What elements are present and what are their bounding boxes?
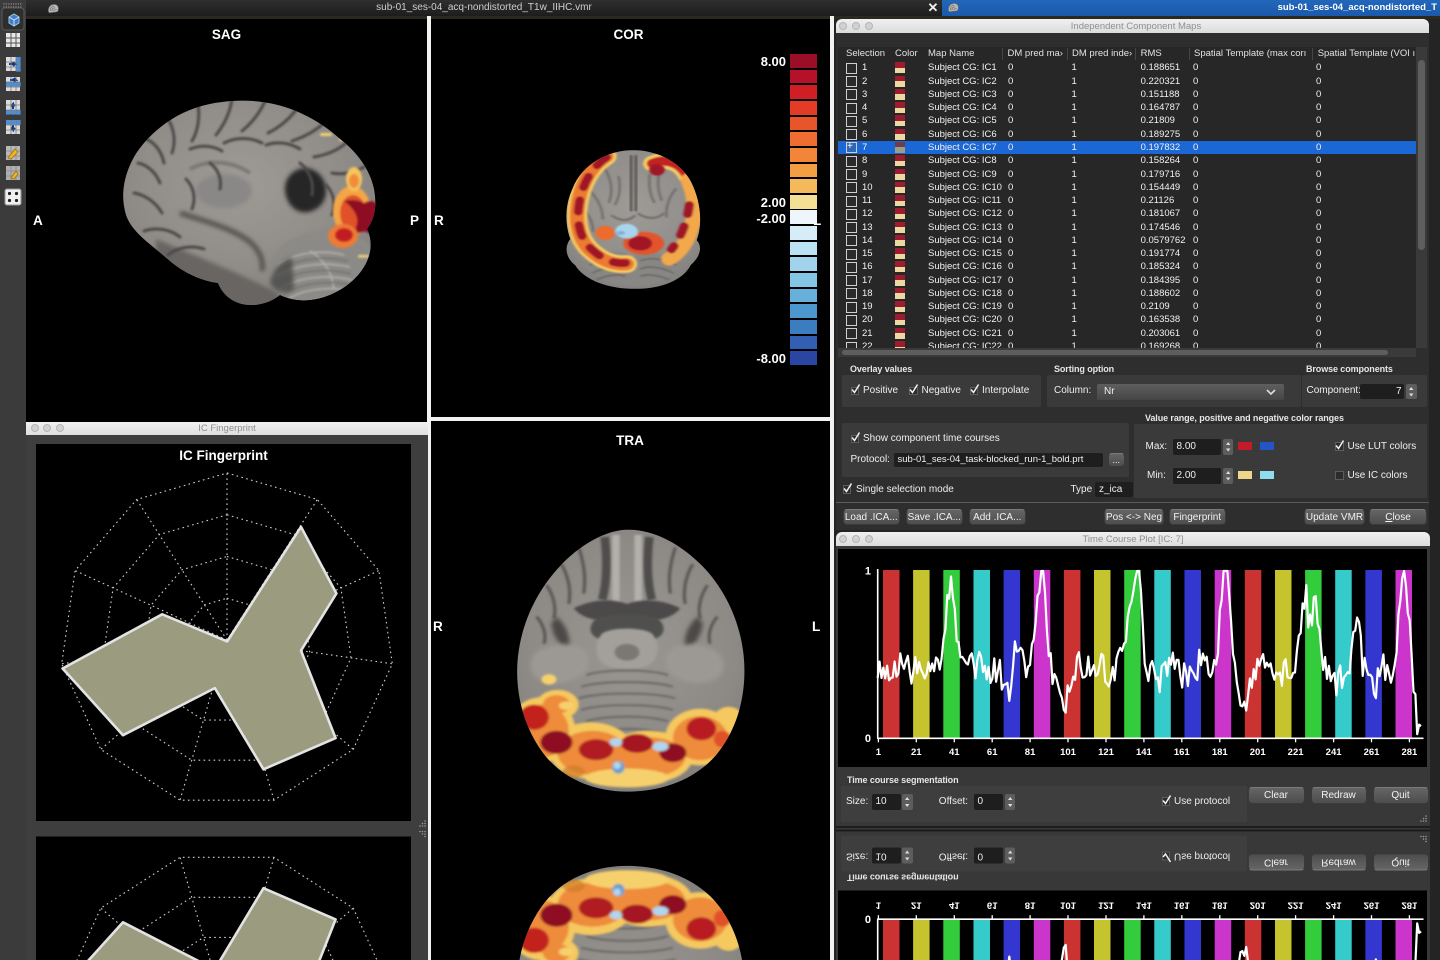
svg-text:81: 81 — [1025, 899, 1036, 910]
svg-text:1: 1 — [876, 747, 882, 758]
svg-text:201: 201 — [1250, 899, 1267, 910]
svg-text:281: 281 — [1401, 747, 1418, 758]
svg-text:121: 121 — [1098, 899, 1115, 910]
svg-text:21: 21 — [911, 899, 922, 910]
svg-text:0: 0 — [865, 733, 871, 745]
svg-text:101: 101 — [1060, 899, 1077, 910]
svg-text:121: 121 — [1098, 747, 1115, 758]
svg-text:1: 1 — [865, 566, 871, 578]
svg-text:241: 241 — [1326, 747, 1343, 758]
svg-text:1: 1 — [876, 899, 882, 910]
svg-text:101: 101 — [1060, 747, 1077, 758]
svg-text:81: 81 — [1025, 747, 1036, 758]
svg-text:161: 161 — [1174, 747, 1191, 758]
svg-text:241: 241 — [1326, 899, 1343, 910]
svg-text:201: 201 — [1250, 747, 1267, 758]
svg-text:221: 221 — [1288, 747, 1305, 758]
svg-text:41: 41 — [949, 899, 960, 910]
svg-text:261: 261 — [1364, 899, 1381, 910]
svg-text:161: 161 — [1174, 899, 1191, 910]
svg-text:221: 221 — [1288, 899, 1305, 910]
svg-text:61: 61 — [987, 899, 998, 910]
svg-text:281: 281 — [1401, 899, 1418, 910]
svg-text:181: 181 — [1212, 899, 1229, 910]
svg-text:21: 21 — [911, 747, 922, 758]
svg-text:0: 0 — [865, 912, 871, 924]
svg-text:61: 61 — [987, 747, 998, 758]
svg-text:261: 261 — [1364, 747, 1381, 758]
svg-text:41: 41 — [949, 747, 960, 758]
svg-text:181: 181 — [1212, 747, 1229, 758]
svg-text:141: 141 — [1136, 899, 1153, 910]
svg-text:141: 141 — [1136, 747, 1153, 758]
